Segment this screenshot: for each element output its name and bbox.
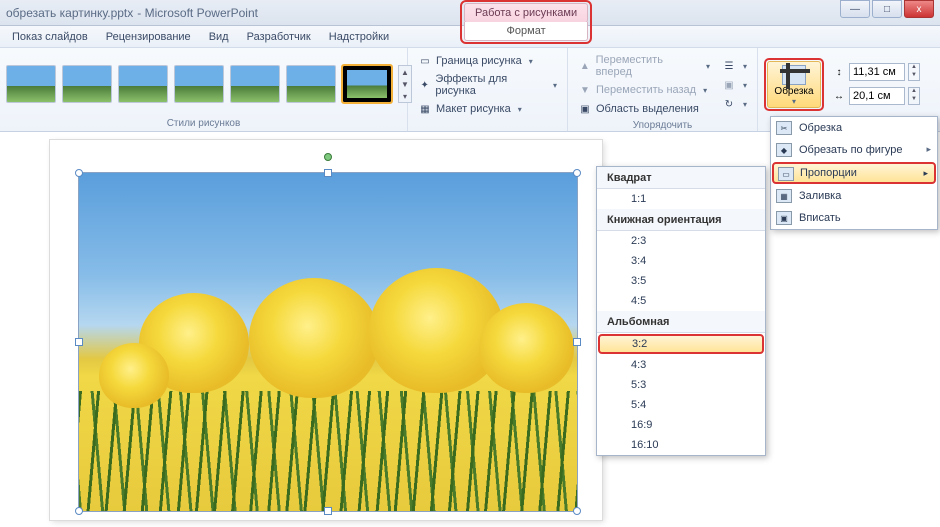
ribbon-group-styles: ▲▼▾ Стили рисунков bbox=[0, 48, 408, 131]
window-controls: — □ x bbox=[840, 0, 934, 18]
layout-icon: ▦ bbox=[418, 102, 432, 116]
fit-icon: ▣ bbox=[776, 211, 792, 225]
aspect-ratio-submenu: Квадрат 1:1 Книжная ориентация 2:3 3:4 3… bbox=[596, 166, 766, 456]
ribbon-group-label bbox=[414, 118, 561, 131]
crop-menu-to-shape[interactable]: ◆Обрезать по фигуре bbox=[771, 139, 937, 161]
width-control: ↔ 20,1 см ▲▼ bbox=[832, 87, 920, 105]
picture-style-thumb[interactable] bbox=[174, 65, 224, 103]
picture-tools-tab-highlight: Работа с рисунками Формат bbox=[460, 0, 592, 44]
picture-style-thumb[interactable] bbox=[230, 65, 280, 103]
maximize-button[interactable]: □ bbox=[872, 0, 902, 18]
menu-review[interactable]: Рецензирование bbox=[106, 31, 191, 43]
aspect-option[interactable]: 1:1 bbox=[597, 189, 765, 209]
resize-handle[interactable] bbox=[573, 507, 581, 515]
menu-developer[interactable]: Разработчик bbox=[247, 31, 311, 43]
height-control: ↕ 11,31 см ▲▼ bbox=[832, 63, 920, 81]
resize-handle[interactable] bbox=[324, 507, 332, 515]
aspect-option[interactable]: 3:5 bbox=[597, 271, 765, 291]
resize-handle[interactable] bbox=[75, 338, 83, 346]
crop-menu-crop[interactable]: ✂Обрезка bbox=[771, 117, 937, 139]
menu-slideshow[interactable]: Показ слайдов bbox=[12, 31, 88, 43]
rotation-handle[interactable] bbox=[324, 153, 332, 161]
crop-icon bbox=[782, 65, 806, 85]
ribbon-group-label: Стили рисунков bbox=[6, 116, 401, 129]
document-title: обрезать картинку.pptx bbox=[6, 6, 133, 20]
aspect-option[interactable]: 16:10 bbox=[597, 435, 765, 455]
aspect-option[interactable]: 5:4 bbox=[597, 395, 765, 415]
width-icon: ↔ bbox=[832, 89, 846, 103]
crop-menu-aspect-highlighted[interactable]: ▭Пропорции bbox=[772, 162, 936, 184]
aspect-header-landscape: Альбомная bbox=[597, 311, 765, 333]
resize-handle[interactable] bbox=[75, 169, 83, 177]
align-icon: ☰ bbox=[722, 59, 736, 73]
picture-style-thumb[interactable] bbox=[62, 65, 112, 103]
crop-icon: ✂ bbox=[776, 121, 792, 135]
aspect-option[interactable]: 2:3 bbox=[597, 231, 765, 251]
picture-layout-button[interactable]: ▦Макет рисунка bbox=[414, 100, 561, 118]
selection-pane-button[interactable]: ▣Область выделения bbox=[574, 100, 714, 118]
aspect-option[interactable]: 16:9 bbox=[597, 415, 765, 435]
picture-tools-context: Работа с рисунками bbox=[464, 3, 588, 23]
picture-border-button[interactable]: ▭Граница рисунка bbox=[414, 52, 561, 70]
height-spinner[interactable]: ▲▼ bbox=[908, 63, 920, 81]
resize-handle[interactable] bbox=[324, 169, 332, 177]
picture-style-gallery: ▲▼▾ bbox=[6, 65, 412, 103]
effects-icon: ✦ bbox=[418, 78, 431, 92]
crop-button-highlight: Обрезка ▾ bbox=[764, 58, 824, 111]
aspect-option[interactable]: 5:3 bbox=[597, 375, 765, 395]
titlebar: обрезать картинку.pptx - Microsoft Power… bbox=[0, 0, 940, 26]
width-input[interactable]: 20,1 см bbox=[849, 87, 905, 105]
bring-forward-icon: ▲ bbox=[578, 59, 592, 73]
resize-handle[interactable] bbox=[573, 169, 581, 177]
aspect-header-portrait: Книжная ориентация bbox=[597, 209, 765, 231]
align-button[interactable]: ☰ bbox=[718, 57, 751, 75]
resize-handle[interactable] bbox=[573, 338, 581, 346]
picture-style-thumb-selected[interactable] bbox=[342, 65, 392, 103]
minimize-button[interactable]: — bbox=[840, 0, 870, 18]
crop-menu-fill[interactable]: ▦Заливка bbox=[771, 185, 937, 207]
aspect-option[interactable]: 3:4 bbox=[597, 251, 765, 271]
ribbon-group-label: Упорядочить bbox=[574, 118, 751, 131]
selected-picture[interactable] bbox=[78, 172, 578, 512]
ribbon-group-picture-adjust: ▭Граница рисунка ✦Эффекты для рисунка ▦М… bbox=[408, 48, 568, 131]
height-input[interactable]: 11,31 см bbox=[849, 63, 905, 81]
crop-dropdown-menu: ✂Обрезка ◆Обрезать по фигуре ▭Пропорции … bbox=[770, 116, 938, 230]
crop-split-button[interactable]: Обрезка ▾ bbox=[767, 61, 821, 108]
group-icon: ▣ bbox=[722, 78, 736, 92]
format-tab[interactable]: Формат bbox=[464, 22, 588, 41]
aspect-header-square: Квадрат bbox=[597, 167, 765, 189]
group-button: ▣ bbox=[718, 76, 751, 94]
menu-addins[interactable]: Надстройки bbox=[329, 31, 389, 43]
menu-view[interactable]: Вид bbox=[209, 31, 229, 43]
aspect-option[interactable]: 4:5 bbox=[597, 291, 765, 311]
close-button[interactable]: x bbox=[904, 0, 934, 18]
shape-icon: ◆ bbox=[776, 143, 792, 157]
ribbon-group-arrange: ▲Переместить вперед ▼Переместить назад ▣… bbox=[568, 48, 758, 131]
resize-handle[interactable] bbox=[75, 507, 83, 515]
bring-forward-button: ▲Переместить вперед bbox=[574, 52, 714, 80]
selection-pane-icon: ▣ bbox=[578, 102, 592, 116]
fill-icon: ▦ bbox=[776, 189, 792, 203]
picture-style-thumb[interactable] bbox=[6, 65, 56, 103]
crop-menu-fit[interactable]: ▣Вписать bbox=[771, 207, 937, 229]
aspect-option[interactable]: 4:3 bbox=[597, 355, 765, 375]
send-backward-button: ▼Переместить назад bbox=[574, 81, 714, 99]
send-backward-icon: ▼ bbox=[578, 83, 592, 97]
rotate-button[interactable]: ↻ bbox=[718, 95, 751, 113]
picture-style-thumb[interactable] bbox=[286, 65, 336, 103]
width-spinner[interactable]: ▲▼ bbox=[908, 87, 920, 105]
height-icon: ↕ bbox=[832, 65, 846, 79]
app-name: - Microsoft PowerPoint bbox=[137, 6, 258, 20]
picture-effects-button[interactable]: ✦Эффекты для рисунка bbox=[414, 71, 561, 99]
border-icon: ▭ bbox=[418, 54, 432, 68]
picture-style-thumb[interactable] bbox=[118, 65, 168, 103]
aspect-icon: ▭ bbox=[778, 167, 794, 181]
aspect-option-highlighted[interactable]: 3:2 bbox=[598, 334, 764, 354]
rotate-icon: ↻ bbox=[722, 97, 736, 111]
